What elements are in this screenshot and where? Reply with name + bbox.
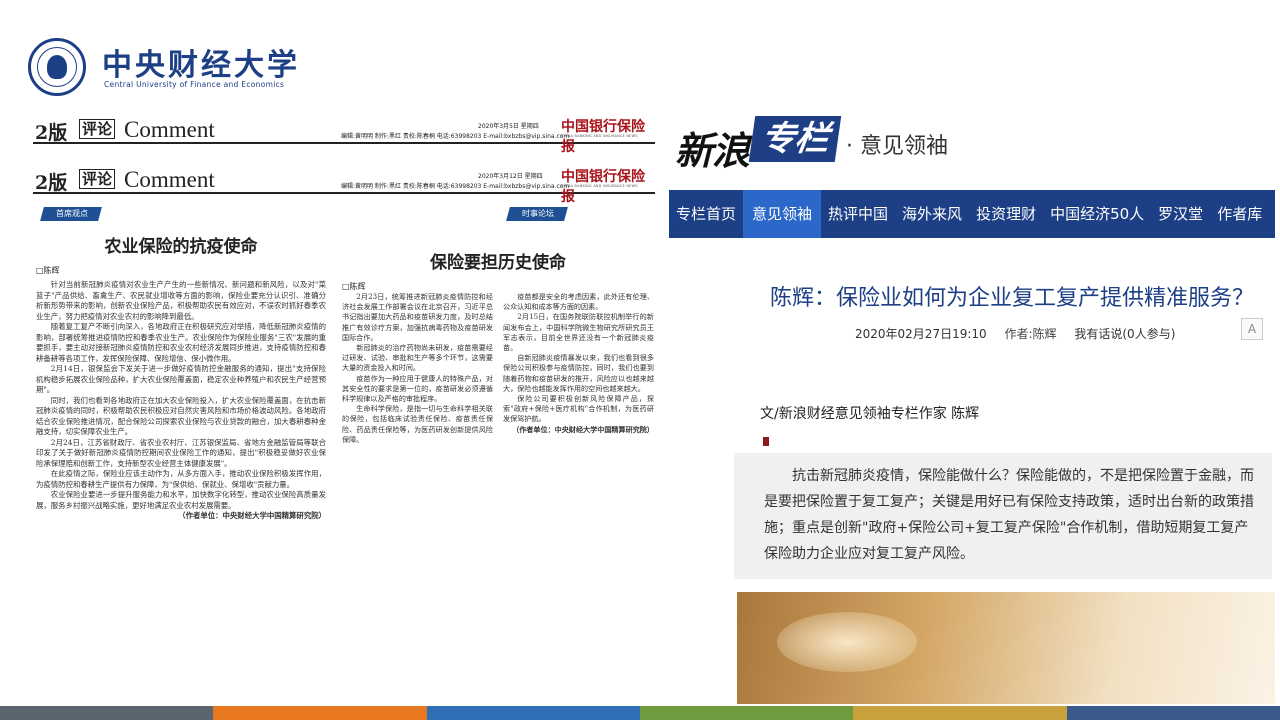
nav-item-authors[interactable]: 作者库 <box>1210 190 1269 238</box>
section-en: Comment <box>124 167 215 192</box>
nav-item-opinion-leaders[interactable]: 意见领袖 <box>743 190 822 238</box>
paragraph: 疫苗都是安全的考虑因素，此外还有伦理、公众认知和成本等方面的因素。 <box>503 292 654 312</box>
sina-nav-bar: 专栏首页 意见领袖 热评中国 海外来风 投资理财 中国经济50人 罗汉堂 作者库 <box>669 190 1275 238</box>
column-tag-left: 首席观点 <box>40 207 102 221</box>
paragraph: 新冠肺炎的治疗药物尚未研发，疫苗需要经过研发、试验、审批和生产等多个环节，这需要… <box>342 343 493 373</box>
summary-marker <box>763 437 769 446</box>
comment-link[interactable]: 我有话说(0人参与) <box>1074 327 1175 341</box>
editor-meta: 编辑:黄明明 制作:黑红 责校:陈春桐 电话:63998203 E-mail:b… <box>341 183 570 190</box>
paragraph: 保险公司要积极创新风险保障产品，探索"政府+保险+医疗机构"合作机制，为医药研发… <box>503 394 654 424</box>
paragraph: 在此疫情之际，保险业应该主动作为，从多方面入手，推动农业保险积极发挥作用，为疫情… <box>36 469 326 489</box>
paragraph: 疫苗作为一种应用于健康人的特殊产品，对其安全性的要求是第一位的，疫苗研发必须遵循… <box>342 373 493 404</box>
issue-date: 2020年3月5日 星期四 <box>478 123 539 130</box>
bottom-color-band <box>0 706 1280 720</box>
sina-column-badge[interactable]: 专栏 <box>748 116 842 162</box>
page-version: 2版 <box>35 122 68 144</box>
section-en: Comment <box>124 117 215 142</box>
nav-item-overseas[interactable]: 海外来风 <box>895 190 969 238</box>
article-datetime: 2020年02月27日19:10 <box>855 327 987 341</box>
university-seal-icon <box>28 38 86 96</box>
newspaper-header-2: 2版 评论 Comment 2020年3月12日 星期四 编辑:黄明明 制作:黑… <box>33 167 655 205</box>
article-right-title: 保险要担历史使命 <box>430 253 566 273</box>
band-segment <box>213 706 427 720</box>
section-cn: 评论 <box>79 169 116 189</box>
paragraph: 2月24日，江苏省财政厅、省农业农村厅、江苏银保监局、省地方金融监管局等联合印发… <box>36 437 326 468</box>
paragraph: 农业保险业要进一步提升服务能力和水平，加快数字化转型，推动农业保险高质量发展，服… <box>36 490 326 510</box>
section-cn: 评论 <box>79 119 116 139</box>
nav-item-luohantang[interactable]: 罗汉堂 <box>1151 190 1210 238</box>
paragraph: 生命科学保险，是指一切与生命科学相关联的保险，包括临床试验责任保险、疫苗责任保险… <box>342 404 493 444</box>
newspaper-masthead-en: CHINA BANKING AND INSURANCE NEWS <box>561 184 638 188</box>
article-left: 农业保险的抗疫使命 □陈辉 针对当前新冠肺炎疫情对农业生产产生的一些新情况、新问… <box>36 232 326 522</box>
article-title: 陈辉：保险业如何为企业复工复产提供精准服务？ <box>770 286 1255 311</box>
newspaper-masthead-en: CHINA BANKING AND INSURANCE NEWS <box>561 134 638 138</box>
paragraph: 同时，我们也看到各地政府正在加大农业保险投入，扩大农业保险覆盖面，在抗击新冠肺炎… <box>36 395 326 437</box>
sina-subtitle: · 意见领袖 <box>846 134 948 159</box>
university-name-en: Central University of Finance and Econom… <box>104 80 285 89</box>
band-segment <box>426 706 640 720</box>
paragraph: 2月14日，银保监会下发关于进一步做好疫情防控金融服务的通知，提出"支持保险机构… <box>36 364 326 394</box>
article-right-byline: □陈辉 <box>342 282 366 291</box>
sina-logo[interactable]: 新浪 <box>675 120 750 175</box>
paragraph: 针对当前新冠肺炎疫情对农业生产产生的一些新情况、新问题和新风险，以及对"菜篮子"… <box>36 280 326 321</box>
page-version: 2版 <box>35 172 68 194</box>
article-meta: 2020年02月27日19:10 作者:陈辉 我有话说(0人参与) <box>855 325 1189 342</box>
paragraph: 自新冠肺炎疫情暴发以来，我们也看到很多保险公司积极参与疫情防控，同时，我们也要到… <box>503 353 654 393</box>
nav-item-home[interactable]: 专栏首页 <box>669 190 743 238</box>
paragraph: 随着复工复产不断引向深入，各地政府正在积极研究应对举措，降低新冠肺炎疫情的影响，… <box>36 322 326 363</box>
band-segment <box>0 706 214 720</box>
nav-item-hot-china[interactable]: 热评中国 <box>821 190 895 238</box>
column-tag-right: 时事论坛 <box>506 207 568 221</box>
article-left-byline: □陈辉 <box>36 266 60 275</box>
article-right: 保险要担历史使命 □陈辉 2月23日，统筹推进新冠肺炎疫情防控和经济社会发展工作… <box>342 248 654 445</box>
article-right-col1: 2月23日，统筹推进新冠肺炎疫情防控和经济社会发展工作部署会议在北京召开，习近平… <box>342 292 493 445</box>
band-segment <box>853 706 1067 720</box>
editor-meta: 编辑:黄明明 制作:黑红 责校:陈春桐 电话:63998203 E-mail:b… <box>341 133 570 140</box>
issue-date: 2020年3月12日 星期四 <box>478 173 543 180</box>
article-author-link[interactable]: 作者:陈辉 <box>1005 327 1057 341</box>
article-left-body: 针对当前新冠肺炎疫情对农业生产产生的一些新情况、新问题和新风险，以及对"菜篮子"… <box>36 280 326 522</box>
article-left-title: 农业保险的抗疫使命 <box>104 237 258 257</box>
nav-item-investment[interactable]: 投资理财 <box>969 190 1043 238</box>
newspaper-header-1: 2版 评论 Comment 2020年3月5日 星期四 编辑:黄明明 制作:黑红… <box>33 117 655 155</box>
author-unit: （作者单位：中央财经大学中国精算研究院） <box>178 511 326 520</box>
article-summary: 抗击新冠肺炎疫情，保险能做什么？保险能做的，不是把保险置于金融，而是要把保险置于… <box>734 453 1272 579</box>
font-size-icon[interactable]: A <box>1241 318 1263 340</box>
nav-item-economy50[interactable]: 中国经济50人 <box>1043 190 1151 238</box>
band-segment <box>639 706 854 720</box>
paragraph: 2月23日，统筹推进新冠肺炎疫情防控和经济社会发展工作部署会议在北京召开，习近平… <box>342 292 493 342</box>
paragraph: 2月15日，在国务院联防联控机制举行的新闻发布会上，中国科学院微生物研究所研究员… <box>503 312 654 353</box>
article-image <box>737 592 1275 704</box>
university-name: 中央财经大学 <box>102 48 300 83</box>
author-unit: （作者单位：中央财经大学中国精算研究院） <box>512 424 654 434</box>
band-segment <box>1066 706 1280 720</box>
article-right-col2: 疫苗都是安全的考虑因素，此外还有伦理、公众认知和成本等方面的因素。 2月15日，… <box>503 292 654 445</box>
article-byline: 文/新浪财经意见领袖专栏作家 陈辉 <box>760 406 980 422</box>
